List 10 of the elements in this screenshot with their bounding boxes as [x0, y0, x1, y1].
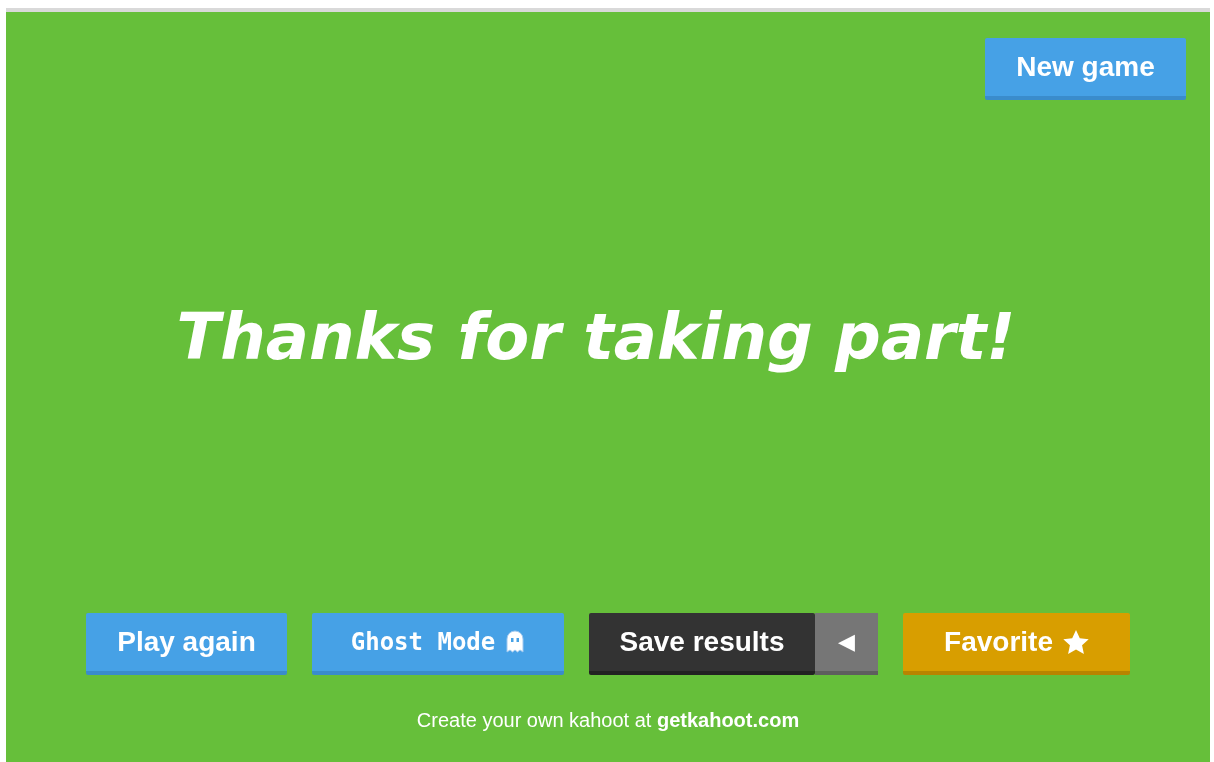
new-game-button[interactable]: New game	[985, 38, 1186, 100]
favorite-button[interactable]: Favorite	[903, 613, 1130, 675]
save-button[interactable]: Save results	[589, 613, 815, 675]
collapse-toggle-button[interactable]: ◀	[815, 613, 878, 675]
ghost-icon	[505, 630, 526, 654]
ghost-button[interactable]: Ghost Mode	[312, 613, 564, 675]
thanks-heading: Thanks for taking part!	[176, 299, 1016, 374]
play-button[interactable]: Play again	[86, 613, 287, 675]
star-icon	[1062, 629, 1089, 655]
footer-text: Create your own kahoot at getkahoot.com	[415, 709, 801, 732]
